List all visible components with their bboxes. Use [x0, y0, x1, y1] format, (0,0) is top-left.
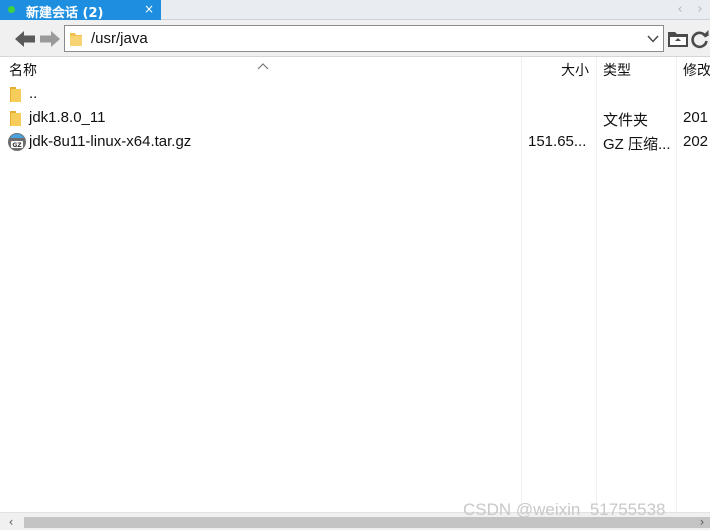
folder-icon	[69, 31, 83, 47]
close-tab-icon[interactable]: ×	[142, 1, 156, 17]
tab-scroll-right-icon[interactable]: ›	[692, 0, 708, 20]
file-row-archive[interactable]: GZ jdk-8u11-linux-x64.tar.gz 151.65... G…	[0, 130, 710, 154]
session-tab-label: 新建会话 (2)	[26, 6, 104, 21]
session-tab-bar: 新建会话 (2) × ‹ ›	[0, 0, 710, 21]
scroll-left-icon[interactable]: ‹	[3, 514, 19, 530]
file-name: jdk1.8.0_11	[29, 109, 106, 126]
tab-scroll-left-icon[interactable]: ‹	[672, 0, 688, 20]
file-row-jdk-folder[interactable]: jdk1.8.0_11 文件夹 201	[0, 106, 710, 130]
svg-text:GZ: GZ	[12, 142, 22, 149]
file-list: 名称 大小 类型 修改 .. jdk1.8.0_11 文件夹 201 GZ jd…	[0, 57, 710, 512]
address-toolbar: /usr/java	[0, 20, 710, 57]
chevron-down-icon[interactable]	[646, 31, 660, 45]
file-modified: 201	[683, 109, 709, 126]
sort-ascending-icon	[257, 55, 269, 70]
refresh-icon[interactable]	[690, 29, 710, 49]
file-row-parent[interactable]: ..	[0, 82, 710, 106]
watermark: CSDN @weixin_51755538	[463, 500, 666, 519]
scroll-right-icon[interactable]: ›	[694, 514, 710, 530]
file-name: jdk-8u11-linux-x64.tar.gz	[29, 133, 192, 150]
column-header-modified[interactable]: 修改	[683, 60, 710, 80]
column-header-size[interactable]: 大小	[561, 60, 589, 80]
folder-icon	[8, 110, 24, 127]
gz-archive-icon: GZ	[7, 132, 27, 152]
open-folder-icon[interactable]	[667, 29, 689, 49]
file-type: 文件夹	[603, 112, 649, 129]
back-arrow-icon[interactable]	[13, 28, 37, 50]
column-header-row: 名称 大小 类型 修改	[0, 57, 710, 79]
column-header-name[interactable]: 名称	[9, 60, 37, 80]
folder-icon	[8, 86, 24, 103]
file-name: ..	[29, 85, 38, 102]
session-tab[interactable]: 新建会话 (2) ×	[0, 0, 161, 21]
connection-status-dot	[8, 6, 15, 13]
forward-arrow-icon[interactable]	[38, 28, 62, 50]
column-header-type[interactable]: 类型	[603, 60, 631, 80]
file-type: GZ 压缩...	[603, 136, 671, 153]
file-size: 151.65...	[528, 133, 587, 150]
path-text: /usr/java	[91, 30, 148, 47]
path-input[interactable]: /usr/java	[64, 25, 664, 52]
file-modified: 202	[683, 133, 709, 150]
